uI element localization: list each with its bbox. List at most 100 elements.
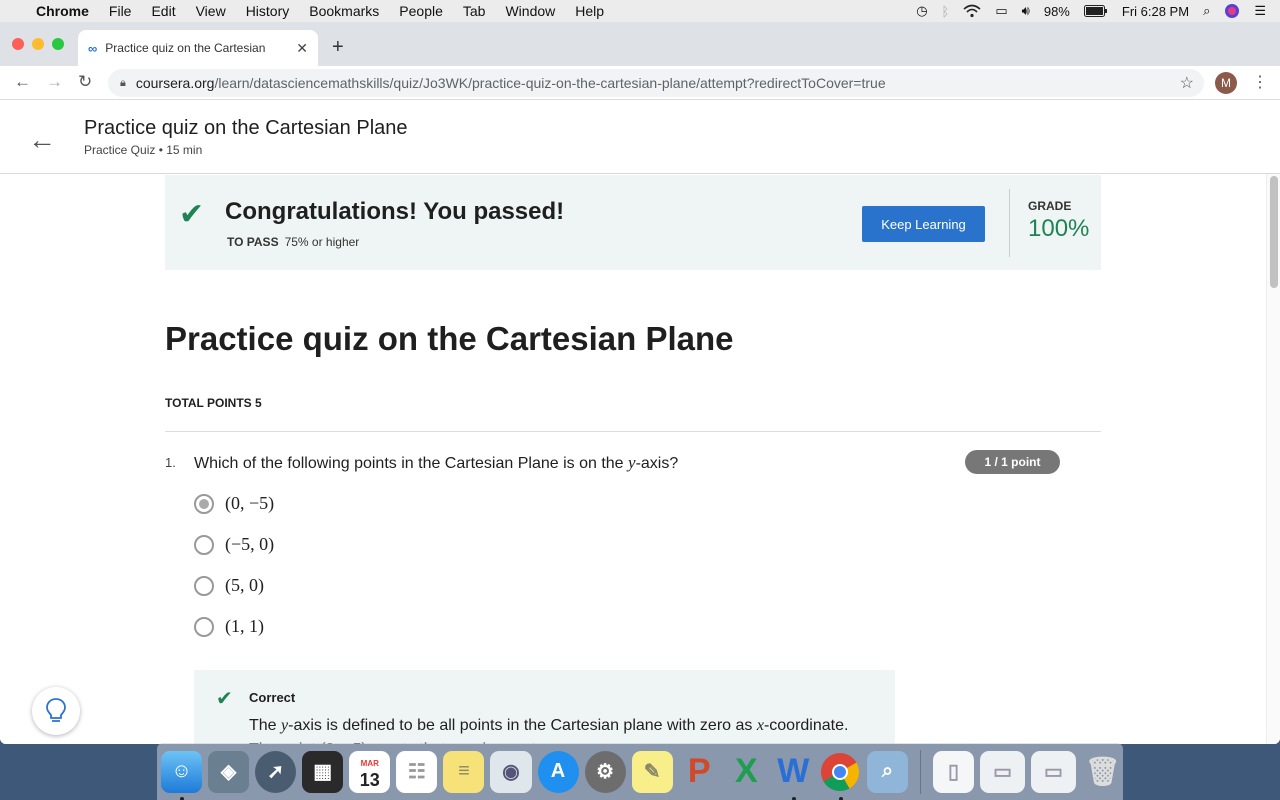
app-store-icon[interactable]: A [537, 750, 579, 793]
to-pass-value: 75% or higher [284, 235, 360, 249]
menu-file[interactable]: File [109, 3, 132, 19]
notification-center-icon[interactable]: ☰ [1254, 3, 1266, 19]
zoom-window-button[interactable] [52, 38, 64, 50]
radio-selected[interactable] [194, 493, 214, 514]
chrome-icon[interactable] [820, 751, 861, 800]
lock-icon[interactable]: 🔒︎ [120, 77, 126, 90]
stickies-icon[interactable]: ✎ [631, 750, 673, 793]
finder-icon[interactable]: ☺ [161, 750, 203, 800]
running-indicator [791, 796, 796, 800]
to-pass-label: TO PASS [227, 235, 279, 249]
answer-option[interactable]: (−5, 0) [194, 534, 274, 555]
radio-unselected[interactable] [194, 534, 214, 555]
pass-requirement: TO PASS 75% or higher [227, 235, 359, 249]
airplay-icon[interactable]: ▭ [995, 3, 1007, 19]
quiz-title: Practice quiz on the Cartesian Plane [165, 320, 734, 357]
menu-app-name[interactable]: Chrome [36, 3, 89, 19]
answer-option[interactable]: (0, −5) [194, 493, 274, 514]
menu-help[interactable]: Help [575, 3, 604, 19]
coursera-favicon-icon: ∞ [88, 40, 98, 56]
wifi-icon[interactable] [963, 4, 981, 18]
system-utility-icon[interactable]: ◈ [208, 750, 250, 793]
system-preferences-icon[interactable]: ⚙ [584, 750, 626, 793]
screenshot-thumbnail-icon[interactable]: ▭ [980, 750, 1026, 793]
answer-option[interactable]: (1, 1) [194, 616, 264, 637]
close-window-button[interactable] [12, 38, 24, 50]
new-tab-button[interactable]: + [332, 36, 344, 59]
feedback-panel: ✔ Correct The y-axis is defined to be al… [194, 670, 895, 744]
page-scrollbar[interactable] [1266, 174, 1280, 744]
keep-learning-button[interactable]: Keep Learning [862, 206, 985, 242]
item-subtitle: Practice Quiz • 15 min [84, 143, 203, 157]
minimize-window-button[interactable] [32, 38, 44, 50]
feedback-text: The [249, 717, 282, 734]
question-text-part: -axis? [635, 455, 679, 472]
tab-title: Practice quiz on the Cartesian [105, 41, 266, 55]
document-icon[interactable]: ▯ [932, 750, 975, 793]
preview-icon[interactable]: ⌕ [866, 750, 908, 793]
menu-history[interactable]: History [246, 3, 290, 19]
volume-icon[interactable]: 🔊︎ [1022, 3, 1030, 19]
spotlight-icon[interactable]: ⌕ [1203, 3, 1210, 19]
browser-tab-active[interactable]: ∞ Practice quiz on the Cartesian ✕ [78, 30, 318, 66]
running-indicator [180, 796, 184, 800]
correct-check-icon: ✔ [216, 688, 233, 710]
address-bar[interactable]: 🔒︎ coursera.org/learn/datasciencemathski… [108, 69, 1204, 97]
divider [165, 431, 1101, 432]
menu-view[interactable]: View [196, 3, 226, 19]
check-icon: ✔ [179, 198, 205, 231]
answer-option[interactable]: (5, 0) [194, 575, 264, 596]
passed-banner: ✔ Congratulations! You passed! TO PASS 75… [165, 175, 1101, 270]
running-indicator [838, 796, 843, 800]
window-controls [12, 38, 64, 50]
radio-unselected[interactable] [194, 575, 214, 596]
mission-control-icon[interactable]: ▦ [302, 750, 344, 793]
feedback-body: The y-axis is defined to be all points i… [249, 714, 869, 744]
siri-icon[interactable] [1224, 3, 1240, 19]
grade-label: GRADE [1028, 199, 1072, 213]
menu-edit[interactable]: Edit [151, 3, 175, 19]
word-icon[interactable]: W [773, 751, 814, 800]
menu-tab[interactable]: Tab [463, 3, 486, 19]
url-path: /learn/datasciencemathskills/quiz/Jo3WK/… [214, 75, 886, 91]
menu-bookmarks[interactable]: Bookmarks [309, 3, 379, 19]
excel-icon[interactable]: X [726, 751, 767, 793]
radio-unselected[interactable] [194, 616, 214, 637]
calendar-icon[interactable]: MAR 13 [349, 750, 391, 793]
feedback-variable: x [756, 717, 764, 734]
powerpoint-icon[interactable]: P [679, 751, 720, 793]
bluetooth-icon[interactable]: ᛒ [942, 4, 950, 19]
menu-people[interactable]: People [399, 3, 443, 19]
notes-icon[interactable]: ≡ [443, 750, 485, 793]
profile-avatar[interactable]: M [1215, 72, 1237, 94]
battery-icon[interactable] [1083, 5, 1108, 17]
launchpad-icon[interactable]: ➚ [255, 750, 297, 793]
question-variable: y [628, 453, 636, 472]
mac-dock: ☺ ◈ ➚ ▦ MAR 13 ☷ ≡ ◉ A ⚙ ✎ P X W ⌕ ▯ ▭ ▭ … [157, 743, 1123, 800]
forward-icon[interactable]: → [46, 72, 63, 92]
reminders-icon[interactable]: ☷ [396, 750, 438, 793]
lightbulb-help-icon[interactable] [32, 687, 80, 735]
photo-booth-icon[interactable]: ◉ [490, 750, 532, 793]
scrollbar-thumb[interactable] [1270, 176, 1278, 288]
back-arrow-icon[interactable]: ← [28, 124, 56, 156]
reload-icon[interactable]: ↻ [78, 72, 92, 92]
menubar-clock[interactable]: Fri 6:28 PM [1122, 4, 1189, 19]
browser-window: ∞ Practice quiz on the Cartesian ✕ + ← →… [0, 22, 1280, 744]
menu-window[interactable]: Window [505, 3, 555, 19]
url-host: coursera.org [135, 75, 215, 91]
question-text-part: Which of the following points in the Car… [194, 455, 629, 472]
trash-icon[interactable]: 🗑︎ [1082, 751, 1123, 793]
battery-percent: 98% [1043, 3, 1070, 19]
item-title: Practice quiz on the Cartesian Plane [84, 117, 408, 139]
close-tab-icon[interactable]: ✕ [296, 40, 308, 57]
chrome-menu-icon[interactable]: ⋮ [1252, 72, 1268, 92]
bookmark-star-icon[interactable]: ☆ [1180, 73, 1194, 93]
back-icon[interactable]: ← [14, 72, 31, 92]
grade-value: 100% [1028, 215, 1090, 242]
page-content: ← Practice quiz on the Cartesian Plane P… [0, 100, 1280, 744]
screenshot-thumbnail-icon[interactable]: ▭ [1031, 750, 1076, 793]
tab-strip: ∞ Practice quiz on the Cartesian ✕ + [0, 22, 1280, 66]
item-header: ← Practice quiz on the Cartesian Plane P… [0, 100, 1280, 174]
time-machine-icon[interactable]: ◷ [916, 3, 927, 19]
